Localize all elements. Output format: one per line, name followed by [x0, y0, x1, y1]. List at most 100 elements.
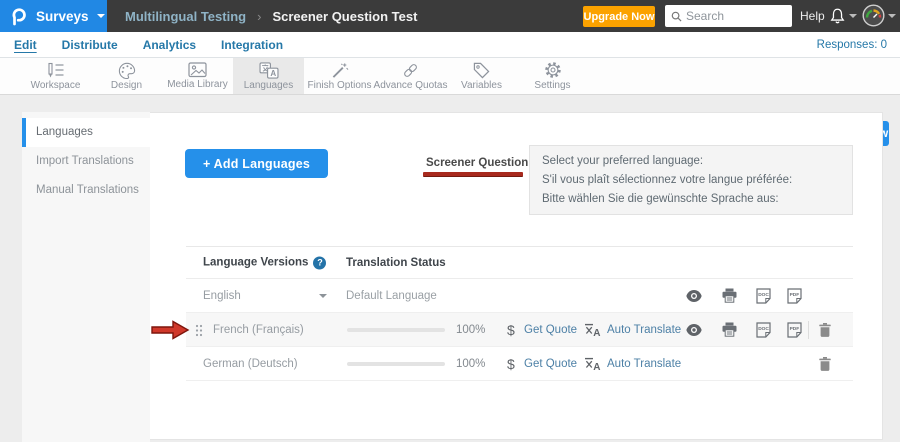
- toolbar-tab-languages[interactable]: A Languages: [233, 58, 304, 94]
- gear-icon: [544, 61, 562, 79]
- toolbar-tab-design[interactable]: Design: [91, 58, 162, 94]
- tab-integration[interactable]: Integration: [221, 38, 283, 52]
- get-quote-link[interactable]: Get Quote: [524, 358, 577, 370]
- global-search[interactable]: [665, 5, 792, 27]
- translation-progress-bar: [347, 328, 445, 332]
- tab-edit[interactable]: Edit: [14, 38, 37, 52]
- view-icon[interactable]: [686, 324, 702, 336]
- search-icon: [671, 11, 682, 22]
- toolbar-tab-workspace[interactable]: Workspace: [20, 58, 91, 94]
- get-quote-link[interactable]: Get Quote: [524, 324, 577, 336]
- divider: [808, 321, 809, 339]
- toolbar-tabs: Workspace Design Media Library: [20, 58, 588, 94]
- breadcrumb: Multilingual Testing › Screener Question…: [125, 0, 417, 32]
- print-icon[interactable]: [722, 288, 737, 303]
- upgrade-now-button[interactable]: Upgrade Now: [583, 6, 655, 27]
- toolbar-tab-variables[interactable]: Variables: [446, 58, 517, 94]
- responses-count[interactable]: Responses: 0: [817, 32, 887, 58]
- language-name: French (Français): [213, 324, 304, 336]
- tab-analytics[interactable]: Analytics: [143, 38, 196, 52]
- dollar-icon[interactable]: $: [507, 356, 515, 372]
- nav-tabs: Edit Distribute Analytics Integration: [14, 32, 283, 58]
- default-language-dropdown[interactable]: [319, 294, 327, 298]
- chevron-down-icon: [888, 14, 896, 18]
- questionpro-logo-icon: [10, 6, 27, 26]
- print-icon[interactable]: [722, 322, 737, 337]
- toolbar-tab-label: Settings: [534, 80, 570, 91]
- help-tooltip-icon[interactable]: ?: [313, 256, 326, 269]
- translation-progress-bar: [347, 362, 445, 366]
- sidebar-item-languages[interactable]: Languages: [22, 118, 150, 147]
- delete-icon[interactable]: [819, 357, 831, 371]
- translation-percent: 100%: [456, 324, 485, 336]
- toolbar-tab-label: Workspace: [31, 80, 81, 91]
- screener-question-label: Screener Question :: [426, 157, 535, 169]
- table-row-french: French (Français) 100% $ Get Quote A Aut…: [186, 313, 853, 347]
- chevron-down-icon: [97, 14, 105, 18]
- help-link[interactable]: Help: [800, 0, 825, 32]
- survey-section-nav: Edit Distribute Analytics Integration Re…: [0, 32, 900, 58]
- tab-distribute[interactable]: Distribute: [62, 38, 118, 52]
- workspace-icon: [46, 62, 65, 79]
- svg-text:A: A: [593, 328, 600, 337]
- top-header: Surveys Multilingual Testing › Screener …: [0, 0, 900, 32]
- column-language-versions: Language Versions ?: [203, 256, 326, 269]
- tag-icon: [473, 62, 490, 79]
- svg-text:PDF: PDF: [790, 326, 800, 332]
- toolbar-tab-media-library[interactable]: Media Library: [162, 58, 233, 94]
- export-doc-icon[interactable]: DOC: [755, 322, 772, 338]
- default-language-label: Default Language: [346, 290, 437, 302]
- dollar-icon[interactable]: $: [507, 322, 515, 338]
- language-name[interactable]: English: [203, 290, 241, 302]
- drag-handle-icon[interactable]: [195, 324, 203, 337]
- edit-toolbar: Workspace Design Media Library: [0, 58, 900, 95]
- view-icon[interactable]: [686, 290, 702, 302]
- toolbar-tab-advance-quotas[interactable]: Advance Quotas: [375, 58, 446, 94]
- delete-icon[interactable]: [819, 323, 831, 337]
- breadcrumb-separator: ›: [257, 9, 261, 24]
- sidebar-item-import-translations[interactable]: Import Translations: [22, 147, 150, 176]
- languages-panel: Languages Import Translations Manual Tra…: [22, 112, 883, 440]
- screener-line-english: Select your preferred language:: [542, 152, 840, 171]
- screener-question-preview: Select your preferred language: S'il vou…: [529, 145, 853, 215]
- language-name: German (Deutsch): [203, 358, 298, 370]
- breadcrumb-folder[interactable]: Multilingual Testing: [125, 9, 246, 24]
- search-input[interactable]: [686, 9, 786, 23]
- svg-text:A: A: [593, 362, 600, 371]
- image-icon: [188, 62, 207, 78]
- languages-sidebar: Languages Import Translations Manual Tra…: [22, 112, 150, 442]
- chain-icon: [401, 62, 420, 79]
- export-pdf-icon[interactable]: PDF: [786, 322, 803, 338]
- toolbar-tab-label: Media Library: [167, 79, 228, 90]
- add-languages-button[interactable]: + Add Languages: [185, 149, 328, 178]
- svg-text:DOC: DOC: [758, 292, 769, 298]
- account-menu[interactable]: [862, 4, 896, 27]
- screener-line-german: Bitte wählen Sie die gewünschte Sprache …: [542, 190, 840, 209]
- screener-line-french: S'il vous plaît sélectionnez votre langu…: [542, 171, 840, 190]
- auto-translate-icon[interactable]: A: [584, 357, 601, 371]
- toolbar-tab-label: Finish Options: [308, 80, 372, 91]
- palette-icon: [118, 62, 136, 79]
- auto-translate-link[interactable]: Auto Translate: [607, 324, 681, 336]
- notifications-menu[interactable]: [830, 8, 857, 24]
- translate-icon: A: [259, 62, 279, 79]
- column-label: Language Versions: [203, 257, 308, 269]
- red-arrow-annotation: [151, 319, 191, 341]
- bell-icon: [830, 8, 845, 24]
- toolbar-tab-settings[interactable]: Settings: [517, 58, 588, 94]
- toolbar-tab-label: Advance Quotas: [374, 80, 448, 91]
- toolbar-tab-label: Variables: [461, 80, 502, 91]
- wand-icon: [331, 62, 349, 79]
- language-versions-table: Language Versions ? Translation Status E…: [186, 246, 853, 381]
- toolbar-tab-finish-options[interactable]: Finish Options: [304, 58, 375, 94]
- toolbar-tab-label: Languages: [244, 80, 294, 91]
- product-switcher[interactable]: Surveys: [0, 0, 107, 32]
- breadcrumb-survey-title[interactable]: Screener Question Test: [272, 9, 417, 24]
- export-pdf-icon[interactable]: PDF: [786, 288, 803, 304]
- export-doc-icon[interactable]: DOC: [755, 288, 772, 304]
- auto-translate-link[interactable]: Auto Translate: [607, 358, 681, 370]
- table-header: Language Versions ? Translation Status: [186, 246, 853, 279]
- auto-translate-icon[interactable]: A: [584, 323, 601, 337]
- sidebar-item-manual-translations[interactable]: Manual Translations: [22, 176, 150, 205]
- table-row-english: English Default Language DOC: [186, 279, 853, 313]
